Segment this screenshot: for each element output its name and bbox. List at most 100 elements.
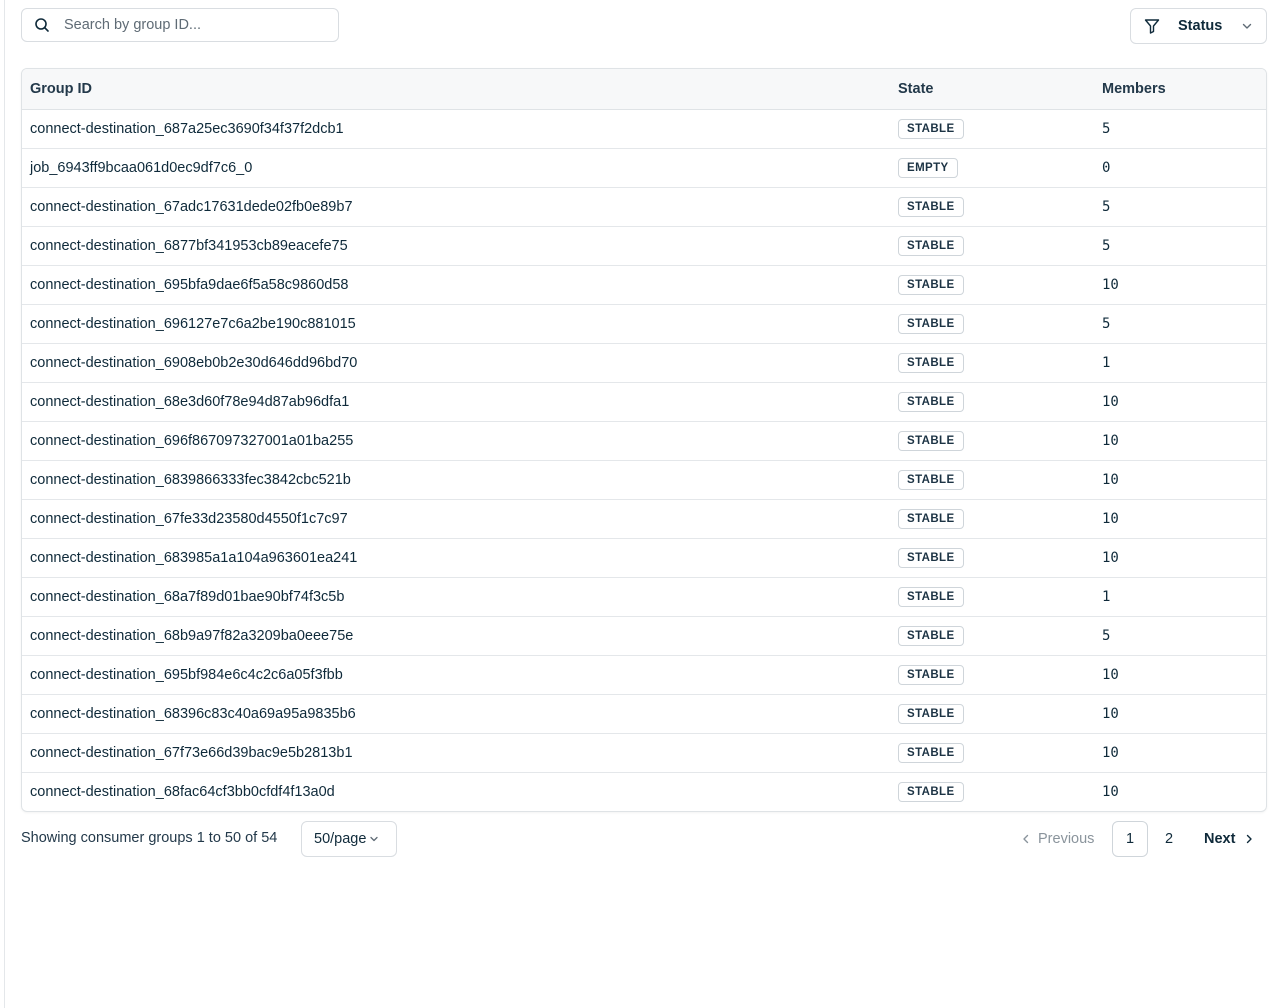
- state-cell: STABLE: [890, 186, 1094, 226]
- chevron-down-icon: [1241, 20, 1253, 32]
- state-cell: STABLE: [890, 771, 1094, 811]
- page-size-value: 50/page: [314, 831, 367, 847]
- table-row[interactable]: connect-destination_696f867097327001a01b…: [22, 420, 1266, 460]
- table-row[interactable]: connect-destination_68e3d60f78e94d87ab96…: [22, 381, 1266, 421]
- next-label: Next: [1204, 831, 1236, 847]
- group-id-cell[interactable]: connect-destination_67f73e66d39bac9e5b28…: [22, 732, 890, 772]
- state-badge: STABLE: [898, 781, 964, 802]
- table-row[interactable]: connect-destination_683985a1a104a963601e…: [22, 537, 1266, 577]
- members-cell: 5: [1094, 615, 1266, 655]
- group-id-cell[interactable]: connect-destination_696f867097327001a01b…: [22, 420, 890, 460]
- filter-icon: [1144, 18, 1160, 34]
- state-cell: STABLE: [890, 732, 1094, 772]
- page-size-select[interactable]: 50/page: [301, 821, 397, 857]
- table-row[interactable]: connect-destination_68a7f89d01bae90bf74f…: [22, 576, 1266, 616]
- table-row[interactable]: connect-destination_68fac64cf3bb0cfdf4f1…: [22, 771, 1266, 811]
- group-id-cell[interactable]: connect-destination_68a7f89d01bae90bf74f…: [22, 576, 890, 616]
- group-id-cell[interactable]: connect-destination_6877bf341953cb89eace…: [22, 225, 890, 265]
- group-id-cell[interactable]: connect-destination_68396c83c40a69a95a98…: [22, 693, 890, 733]
- group-id-cell[interactable]: connect-destination_68e3d60f78e94d87ab96…: [22, 381, 890, 421]
- table-row[interactable]: connect-destination_6877bf341953cb89eace…: [22, 225, 1266, 265]
- table-row[interactable]: connect-destination_67f73e66d39bac9e5b28…: [22, 732, 1266, 772]
- members-cell: 5: [1094, 225, 1266, 265]
- state-badge: STABLE: [898, 196, 964, 217]
- chevron-down-icon: [369, 834, 379, 844]
- state-badge: STABLE: [898, 313, 964, 334]
- status-filter-label: Status: [1178, 18, 1223, 34]
- table-row[interactable]: connect-destination_696127e7c6a2be190c88…: [22, 303, 1266, 343]
- group-id-cell[interactable]: connect-destination_695bf984e6c4c2c6a05f…: [22, 654, 890, 694]
- members-cell: 1: [1094, 342, 1266, 382]
- page-button-1[interactable]: 1: [1112, 821, 1148, 857]
- members-cell: 1: [1094, 576, 1266, 616]
- search-box[interactable]: [21, 8, 339, 42]
- table-row[interactable]: connect-destination_695bfa9dae6f5a58c986…: [22, 264, 1266, 304]
- group-id-cell[interactable]: connect-destination_695bfa9dae6f5a58c986…: [22, 264, 890, 304]
- status-filter-button[interactable]: Status: [1130, 8, 1267, 44]
- table-row[interactable]: connect-destination_6839866333fec3842cbc…: [22, 459, 1266, 499]
- chevron-right-icon: [1243, 833, 1255, 845]
- consumer-groups-table: Group ID State Members connect-destinati…: [21, 68, 1267, 812]
- state-badge: STABLE: [898, 625, 964, 646]
- table-header-row: Group ID State Members: [22, 69, 1266, 110]
- members-cell: 10: [1094, 420, 1266, 460]
- members-cell: 10: [1094, 381, 1266, 421]
- members-cell: 10: [1094, 771, 1266, 811]
- group-id-cell[interactable]: connect-destination_67adc17631dede02fb0e…: [22, 186, 890, 226]
- state-badge: STABLE: [898, 508, 964, 529]
- table-row[interactable]: job_6943ff9bcaa061d0ec9df7c6_0 EMPTY 0: [22, 147, 1266, 187]
- state-cell: STABLE: [890, 381, 1094, 421]
- left-divider: [4, 0, 5, 1008]
- table-row[interactable]: connect-destination_68b9a97f82a3209ba0ee…: [22, 615, 1266, 655]
- table-row[interactable]: connect-destination_68396c83c40a69a95a98…: [22, 693, 1266, 733]
- table-row[interactable]: connect-destination_695bf984e6c4c2c6a05f…: [22, 654, 1266, 694]
- group-id-cell[interactable]: connect-destination_683985a1a104a963601e…: [22, 537, 890, 577]
- state-badge: STABLE: [898, 742, 964, 763]
- members-cell: 10: [1094, 732, 1266, 772]
- state-badge: STABLE: [898, 391, 964, 412]
- state-badge: STABLE: [898, 547, 964, 568]
- state-badge: STABLE: [898, 274, 964, 295]
- state-cell: STABLE: [890, 225, 1094, 265]
- group-id-cell[interactable]: connect-destination_6839866333fec3842cbc…: [22, 459, 890, 499]
- state-badge: STABLE: [898, 703, 964, 724]
- group-id-cell[interactable]: connect-destination_696127e7c6a2be190c88…: [22, 303, 890, 343]
- pagination-summary: Showing consumer groups 1 to 50 of 54: [21, 830, 278, 846]
- state-cell: STABLE: [890, 303, 1094, 343]
- page-button-2[interactable]: 2: [1151, 821, 1187, 857]
- members-cell: 5: [1094, 303, 1266, 343]
- state-cell: STABLE: [890, 576, 1094, 616]
- members-cell: 5: [1102, 120, 1111, 137]
- state-badge: EMPTY: [898, 157, 958, 178]
- column-header-members[interactable]: Members: [1094, 69, 1266, 110]
- column-header-group-id[interactable]: Group ID: [22, 69, 890, 110]
- state-badge: STABLE: [898, 664, 964, 685]
- members-cell: 10: [1094, 693, 1266, 733]
- state-badge: STABLE: [898, 430, 964, 451]
- table-row[interactable]: connect-destination_67adc17631dede02fb0e…: [22, 186, 1266, 226]
- state-cell: STABLE: [890, 109, 1094, 148]
- state-cell: STABLE: [890, 420, 1094, 460]
- state-cell: STABLE: [890, 537, 1094, 577]
- table-row[interactable]: connect-destination_687a25ec3690f34f37f2…: [22, 109, 1266, 148]
- group-id-cell[interactable]: job_6943ff9bcaa061d0ec9df7c6_0: [22, 147, 890, 187]
- state-badge: STABLE: [898, 469, 964, 490]
- state-badge: STABLE: [898, 118, 964, 139]
- table-row[interactable]: connect-destination_67fe33d23580d4550f1c…: [22, 498, 1266, 538]
- group-id-cell[interactable]: connect-destination_687a25ec3690f34f37f2…: [22, 109, 890, 148]
- state-cell: STABLE: [890, 342, 1094, 382]
- search-input[interactable]: [62, 16, 338, 34]
- next-page-button[interactable]: Next: [1204, 821, 1255, 857]
- group-id-cell[interactable]: connect-destination_6908eb0b2e30d646dd96…: [22, 342, 890, 382]
- column-header-state[interactable]: State: [890, 69, 1094, 110]
- state-badge: STABLE: [898, 586, 964, 607]
- members-cell: 10: [1094, 537, 1266, 577]
- group-id-cell[interactable]: connect-destination_67fe33d23580d4550f1c…: [22, 498, 890, 538]
- group-id-cell[interactable]: connect-destination_68fac64cf3bb0cfdf4f1…: [22, 771, 890, 811]
- state-cell: STABLE: [890, 654, 1094, 694]
- previous-page-button[interactable]: Previous: [1020, 821, 1094, 857]
- group-id-cell[interactable]: connect-destination_68b9a97f82a3209ba0ee…: [22, 615, 890, 655]
- table-row[interactable]: connect-destination_6908eb0b2e30d646dd96…: [22, 342, 1266, 382]
- state-badge: STABLE: [898, 235, 964, 256]
- members-cell: 10: [1094, 654, 1266, 694]
